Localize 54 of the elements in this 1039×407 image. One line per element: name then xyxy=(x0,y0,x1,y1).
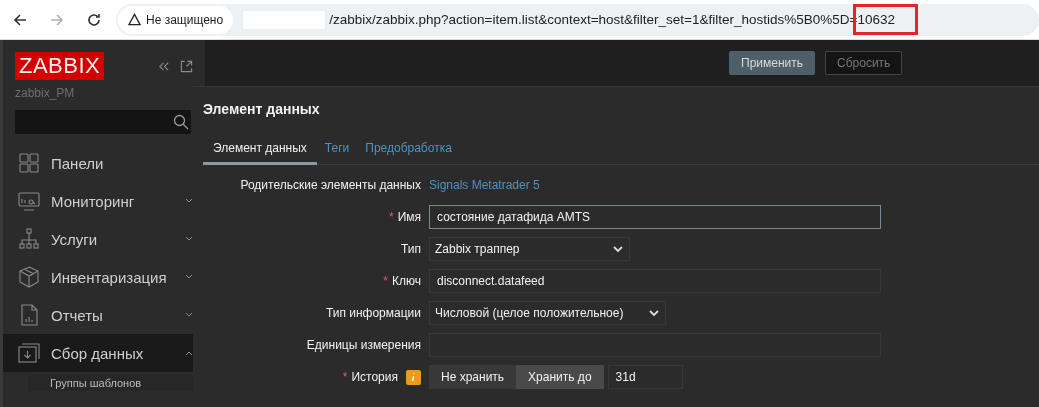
input-field[interactable]: 31d xyxy=(607,365,683,389)
download-icon xyxy=(18,342,40,364)
field-label: Родительские элементы данных xyxy=(240,178,421,192)
required-mark: * xyxy=(342,370,348,384)
menu-item[interactable]: Панели xyxy=(3,144,205,182)
logo[interactable]: ZABBIX xyxy=(15,52,105,80)
chevron-down-icon xyxy=(185,274,193,280)
info-icon[interactable] xyxy=(406,369,421,385)
field-label: Имя xyxy=(397,210,421,224)
dialog-title: Элемент данных xyxy=(202,100,321,117)
back-icon[interactable] xyxy=(12,11,28,28)
select-field[interactable]: Числовой (целое положительное) xyxy=(429,301,667,325)
segment-button[interactable]: Хранить до xyxy=(516,365,604,389)
monitor-icon xyxy=(18,190,40,212)
field-label: Тип информации xyxy=(325,306,421,320)
warning-icon xyxy=(128,13,141,26)
tab[interactable]: Предобработка xyxy=(357,141,460,165)
field-label: Тип xyxy=(401,242,421,256)
segment-button[interactable]: Не хранить xyxy=(429,365,517,389)
chevron-down-icon xyxy=(649,309,660,317)
menu-item[interactable]: Мониторинг xyxy=(3,182,205,220)
server-name: zabbix_PM xyxy=(14,85,76,100)
reset-button[interactable]: Сбросить xyxy=(825,51,903,75)
security-chip[interactable]: Не защищено xyxy=(118,5,234,34)
menu-item[interactable]: Инвентаризация xyxy=(3,258,205,296)
chevron-down-icon xyxy=(185,312,193,318)
menu-item[interactable]: Услуги xyxy=(3,220,205,258)
apply-button[interactable]: Применить xyxy=(729,51,815,75)
required-mark: * xyxy=(383,274,388,288)
select-field[interactable]: Zabbix траппер xyxy=(429,237,630,261)
chevron-down-icon xyxy=(185,198,193,204)
search-icon[interactable] xyxy=(173,114,189,130)
chevron-down-icon xyxy=(185,236,193,242)
field-label: История xyxy=(351,370,398,384)
required-mark: * xyxy=(388,210,394,224)
reload-icon[interactable] xyxy=(86,11,102,28)
grid-icon xyxy=(18,152,40,174)
menu-item[interactable]: Отчеты xyxy=(3,296,205,334)
hierarchy-icon xyxy=(18,228,40,250)
input-field[interactable]: disconnect.datafeed xyxy=(429,269,881,293)
tab[interactable]: Теги xyxy=(316,141,358,165)
chevron-up-icon xyxy=(185,350,193,356)
report-icon xyxy=(18,304,40,326)
field-label: Ключ xyxy=(392,274,421,288)
collapse-icon[interactable] xyxy=(157,59,170,73)
tab[interactable]: Элемент данных xyxy=(203,141,317,165)
parent-item-link[interactable]: Signals Metatrader 5 xyxy=(429,178,540,192)
search-field[interactable] xyxy=(15,110,191,134)
box-icon xyxy=(18,266,40,288)
security-label: Не защищено xyxy=(146,12,224,27)
field-label: Единицы измерения xyxy=(306,338,421,352)
chevron-down-icon xyxy=(613,245,623,253)
kiosk-icon[interactable] xyxy=(180,59,193,73)
input-field[interactable]: состояние датафида AMTS xyxy=(429,205,881,229)
